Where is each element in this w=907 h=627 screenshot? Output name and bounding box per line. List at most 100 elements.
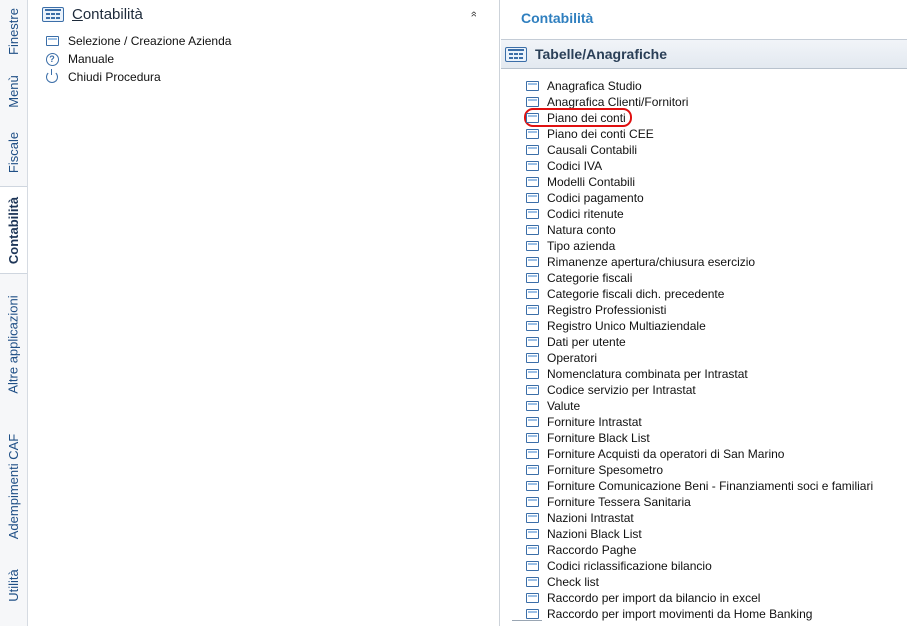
tab-label: Utilità: [6, 568, 22, 602]
tab-altre-applicazioni[interactable]: Altre applicazioni: [0, 280, 27, 408]
list-item-label: Codici riclassificazione bilancio: [547, 559, 712, 573]
list-item-label: Nazioni Intrastat: [547, 511, 634, 525]
list-item[interactable]: Forniture Tessera Sanitaria: [526, 494, 873, 510]
tab-menu[interactable]: Menù: [0, 64, 27, 118]
list-item-label: Forniture Comunicazione Beni - Finanziam…: [547, 479, 874, 493]
list-item[interactable]: Raccordo per import movimenti da Home Ba…: [526, 606, 873, 622]
list-item-label: Raccordo per import movimenti da Home Ba…: [547, 607, 813, 621]
document-icon: [526, 113, 539, 123]
list-item[interactable]: Forniture Acquisti da operatori di San M…: [526, 446, 873, 462]
menu-item-label: Selezione / Creazione Azienda: [68, 34, 232, 48]
list-item[interactable]: Categorie fiscali dich. precedente: [526, 286, 873, 302]
document-icon: [526, 129, 539, 139]
list-item-label: Operatori: [547, 351, 598, 365]
list-item[interactable]: Codice servizio per Intrastat: [526, 382, 873, 398]
document-icon: [526, 97, 539, 107]
document-icon: [526, 465, 539, 475]
document-icon: [526, 241, 539, 251]
document-icon: [526, 577, 539, 587]
document-icon: [526, 561, 539, 571]
list-item[interactable]: Registro Professionisti: [526, 302, 873, 318]
tabelle-menu-list: Anagrafica Studio Anagrafica Clienti/Forn…: [523, 78, 873, 622]
list-item-label: Tipo azienda: [547, 239, 616, 253]
tab-label: Fiscale: [6, 131, 21, 173]
list-item-label: Check list: [547, 575, 600, 589]
document-icon: [526, 289, 539, 299]
list-item-label: Piano dei conti CEE: [547, 127, 654, 141]
list-item[interactable]: Nazioni Black List: [526, 526, 873, 542]
left-panel-header: Contabilità »: [42, 4, 482, 24]
left-panel-title: Contabilità: [72, 5, 143, 23]
list-item[interactable]: Codici riclassificazione bilancio: [526, 558, 873, 574]
list-item[interactable]: Causali Contabili: [526, 142, 873, 158]
document-icon: [526, 449, 539, 459]
list-item[interactable]: Raccordo per import da bilancio in excel: [526, 590, 873, 606]
document-icon: [526, 273, 539, 283]
list-item[interactable]: Codici ritenute: [526, 206, 873, 222]
list-item[interactable]: Check list: [526, 574, 873, 590]
tab-label: Menù: [6, 74, 21, 108]
list-item[interactable]: Categorie fiscali: [526, 270, 873, 286]
list-item[interactable]: Nomenclatura combinata per Intrastat: [526, 366, 873, 382]
list-item[interactable]: Forniture Spesometro: [526, 462, 873, 478]
list-item[interactable]: Natura conto: [526, 222, 873, 238]
menu-item-selezione-creazione-azienda[interactable]: Selezione / Creazione Azienda: [44, 32, 231, 50]
list-item[interactable]: Rimanenze apertura/chiusura esercizio: [526, 254, 873, 270]
list-item-label: Forniture Black List: [547, 431, 650, 445]
tab-finestre[interactable]: Finestre: [0, 2, 27, 60]
list-item-label: Forniture Acquisti da operatori di San M…: [547, 447, 785, 461]
list-item[interactable]: Nazioni Intrastat: [526, 510, 873, 526]
list-item[interactable]: Anagrafica Studio: [526, 78, 873, 94]
menu-item-label: Manuale: [68, 52, 115, 66]
document-icon: [526, 161, 539, 171]
document-icon: [526, 497, 539, 507]
list-item[interactable]: Dati per utente: [526, 334, 873, 350]
grid-window-icon: [505, 46, 527, 62]
tab-utilita[interactable]: Utilità: [0, 560, 27, 610]
list-item[interactable]: Piano dei conti CEE: [526, 126, 873, 142]
collapse-chevron-icon[interactable]: »: [466, 6, 482, 22]
list-item-label: Registro Unico Multiaziendale: [547, 319, 706, 333]
left-menu-list: Selezione / Creazione Azienda ? Manuale …: [44, 32, 231, 86]
tab-adempimenti-caf[interactable]: Adempimenti CAF: [0, 418, 27, 554]
list-item-label: Raccordo per import da bilancio in excel: [547, 591, 761, 605]
list-item[interactable]: Piano dei conti: [523, 108, 873, 127]
list-item[interactable]: Forniture Intrastat: [526, 414, 873, 430]
menu-item-label: Chiudi Procedura: [68, 70, 161, 84]
power-icon: [46, 69, 58, 83]
list-item[interactable]: Raccordo Paghe: [526, 542, 873, 558]
list-item-label: Rimanenze apertura/chiusura esercizio: [547, 255, 756, 269]
document-icon: [526, 257, 539, 267]
list-item[interactable]: Tipo azienda: [526, 238, 873, 254]
list-item[interactable]: Codici pagamento: [526, 190, 873, 206]
document-icon: [526, 321, 539, 331]
document-icon: [526, 433, 539, 443]
document-icon: [526, 481, 539, 491]
list-item-label: Causali Contabili: [547, 143, 638, 157]
list-item[interactable]: Valute: [526, 398, 873, 414]
document-icon: [526, 609, 539, 619]
list-item-label: Nomenclatura combinata per Intrastat: [547, 367, 748, 381]
list-item[interactable]: Forniture Black List: [526, 430, 873, 446]
document-icon: [526, 353, 539, 363]
list-item-label: Piano dei conti: [547, 111, 626, 125]
document-icon: [526, 545, 539, 555]
list-item[interactable]: Codici IVA: [526, 158, 873, 174]
list-item[interactable]: Modelli Contabili: [526, 174, 873, 190]
list-item-label: Codici ritenute: [547, 207, 624, 221]
list-item[interactable]: Registro Unico Multiaziendale: [526, 318, 873, 334]
menu-item-chiudi-procedura[interactable]: Chiudi Procedura: [44, 68, 231, 86]
list-item-label: Raccordo Paghe: [547, 543, 637, 557]
tab-contabilita[interactable]: Contabilità: [0, 186, 27, 274]
menu-item-manuale[interactable]: ? Manuale: [44, 50, 231, 68]
document-icon: [526, 81, 539, 91]
list-item-label: Dati per utente: [547, 335, 626, 349]
document-icon: [526, 529, 539, 539]
tab-fiscale[interactable]: Fiscale: [0, 122, 27, 182]
list-item[interactable]: Operatori: [526, 350, 873, 366]
list-item-label: Modelli Contabili: [547, 175, 636, 189]
list-item-label: Forniture Spesometro: [547, 463, 664, 477]
list-item[interactable]: Forniture Comunicazione Beni - Finanziam…: [526, 478, 873, 494]
section-header-tabelle-anagrafiche[interactable]: Tabelle/Anagrafiche: [501, 39, 907, 69]
right-panel-title: Contabilità: [521, 10, 594, 26]
